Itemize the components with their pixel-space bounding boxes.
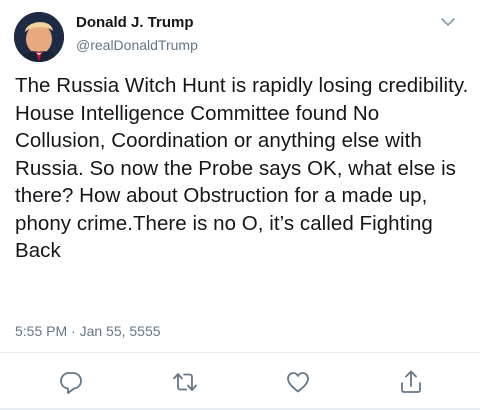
retweet-icon[interactable]: [171, 368, 199, 396]
author-handle[interactable]: @realDonaldTrump: [76, 37, 198, 53]
author-name[interactable]: Donald J. Trump: [76, 14, 194, 31]
divider: [0, 352, 480, 353]
share-icon[interactable]: [397, 368, 425, 396]
avatar[interactable]: [14, 12, 64, 62]
chevron-down-icon[interactable]: [438, 12, 458, 32]
tweet-text: The Russia Witch Hunt is rapidly losing …: [15, 74, 469, 262]
tweet-timestamp[interactable]: 5:55 PM · Jan 55, 5555: [15, 323, 161, 339]
tweet-card: Donald J. Trump @realDonaldTrump The Rus…: [0, 0, 480, 410]
reply-icon[interactable]: [57, 368, 85, 396]
tweet-actions: [0, 368, 480, 398]
heart-icon[interactable]: [284, 368, 312, 396]
